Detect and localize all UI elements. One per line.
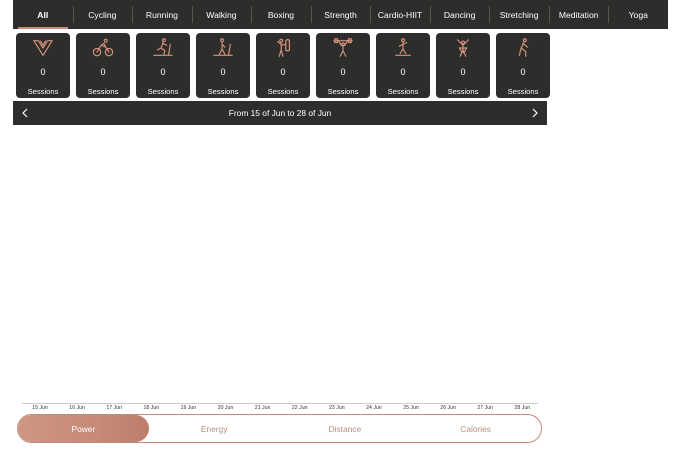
axis-tick-label: 16 Jun [69, 405, 85, 411]
axis-tick-label: 25 Jun [403, 405, 419, 411]
treadmill-running-icon [152, 37, 174, 59]
metric-power-button[interactable]: Power [18, 415, 149, 442]
activity-cards: 0 Sessions 0 Sessions 0 Sessions 0 Sessi… [16, 33, 550, 98]
session-count: 0 [40, 67, 46, 77]
date-range-label: From 15 of Jun to 28 of Jun [228, 108, 332, 118]
card-running[interactable]: 0 Sessions [136, 33, 190, 98]
tab-stretching[interactable]: Stretching [489, 0, 549, 29]
all-icon [32, 37, 54, 59]
session-count: 0 [100, 67, 106, 77]
tab-meditation[interactable]: Meditation [548, 0, 609, 29]
card-dancing[interactable]: 0 Sessions [436, 33, 490, 98]
card-walking[interactable]: 0 Sessions [196, 33, 250, 98]
hiit-icon [392, 37, 414, 59]
chart-x-axis: 15 Jun 16 Jun 17 Jun 18 Jun 19 Jun 20 Jun 21 J… [22, 405, 538, 413]
date-range-bar: From 15 of Jun to 28 of Jun [13, 101, 547, 125]
axis-tick-label: 17 Jun [106, 405, 122, 411]
session-count: 0 [340, 67, 346, 77]
sessions-label: Sessions [87, 87, 119, 96]
session-count: 0 [520, 67, 526, 77]
sessions-label: Sessions [447, 87, 479, 96]
treadmill-walking-icon [212, 37, 234, 59]
session-count: 0 [160, 67, 166, 77]
axis-tick-label: 26 Jun [440, 405, 456, 411]
axis-tick-label: 22 Jun [291, 405, 308, 411]
sessions-label: Sessions [267, 87, 299, 96]
metric-selector: Power Energy Distance Calories [17, 414, 542, 443]
axis-tick-label: 18 Jun [143, 405, 160, 411]
sessions-label: Sessions [147, 87, 179, 96]
chevron-right-icon [532, 108, 538, 118]
axis-tick-label: 21 Jun [254, 405, 271, 411]
tab-all[interactable]: All [13, 0, 73, 29]
cycling-icon [92, 37, 114, 59]
sessions-label: Sessions [327, 87, 359, 96]
stretching-icon [512, 37, 534, 59]
next-period-button[interactable] [523, 101, 547, 125]
axis-tick-label: 23 Jun [329, 405, 345, 411]
tab-cycling[interactable]: Cycling [72, 0, 133, 29]
sessions-label: Sessions [507, 87, 539, 96]
activity-tab-bar: All Cycling Running Walking Boxing Stren… [13, 0, 668, 29]
axis-tick-label: 19 Jun [180, 405, 197, 411]
axis-tick-label: 24 Jun [366, 405, 382, 411]
tab-yoga[interactable]: Yoga [608, 0, 668, 29]
tab-dancing[interactable]: Dancing [429, 0, 490, 29]
tab-running[interactable]: Running [132, 0, 192, 29]
sessions-label: Sessions [27, 87, 59, 96]
weightlifting-icon [332, 37, 354, 59]
axis-tick-label: 15 Jun [32, 405, 48, 411]
tab-cardio-hiit[interactable]: Cardio-HIIT [370, 0, 430, 29]
session-count: 0 [280, 67, 286, 77]
chevron-left-icon [22, 108, 28, 118]
boxing-icon [272, 37, 294, 59]
chart-axis-line [22, 403, 538, 404]
session-count: 0 [400, 67, 406, 77]
metric-energy-button[interactable]: Energy [149, 415, 280, 442]
card-stretching[interactable]: 0 Sessions [496, 33, 550, 98]
axis-tick-label: 20 Jun [217, 405, 234, 411]
card-boxing[interactable]: 0 Sessions [256, 33, 310, 98]
previous-period-button[interactable] [13, 101, 37, 125]
card-all[interactable]: 0 Sessions [16, 33, 70, 98]
dancing-icon [452, 37, 474, 59]
metric-calories-button[interactable]: Calories [410, 415, 541, 442]
tab-strength[interactable]: Strength [310, 0, 371, 29]
tab-boxing[interactable]: Boxing [251, 0, 311, 29]
session-count: 0 [460, 67, 466, 77]
axis-tick-label: 27 Jun [477, 405, 493, 411]
sessions-label: Sessions [387, 87, 419, 96]
card-strength[interactable]: 0 Sessions [316, 33, 370, 98]
card-cycling[interactable]: 0 Sessions [76, 33, 130, 98]
tab-walking[interactable]: Walking [191, 0, 252, 29]
sessions-label: Sessions [207, 87, 239, 96]
metric-distance-button[interactable]: Distance [280, 415, 411, 442]
axis-tick-label: 28 Jun [514, 405, 531, 411]
card-cardio-hiit[interactable]: 0 Sessions [376, 33, 430, 98]
session-count: 0 [220, 67, 226, 77]
